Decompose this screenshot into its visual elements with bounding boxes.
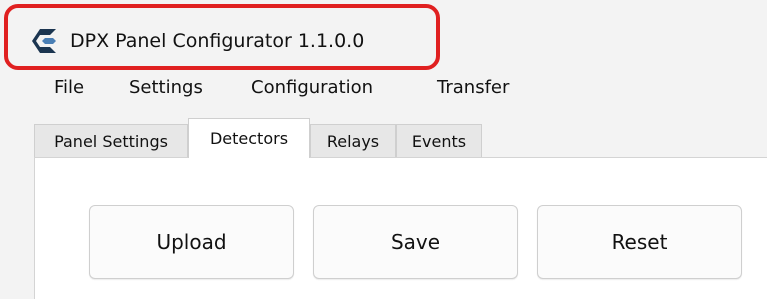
menu-configuration[interactable]: Configuration (251, 74, 373, 102)
tab-detectors[interactable]: Detectors (188, 118, 310, 158)
tab-relays[interactable]: Relays (310, 124, 396, 157)
app-window: DPX Panel Configurator 1.1.0.0 File Sett… (0, 0, 767, 299)
tab-panel-settings[interactable]: Panel Settings (34, 124, 188, 157)
menu-transfer[interactable]: Transfer (437, 74, 509, 102)
window-title: DPX Panel Configurator 1.1.0.0 (70, 30, 365, 52)
reset-button[interactable]: Reset (537, 205, 742, 279)
menu-bar: File Settings Configuration Transfer (0, 74, 767, 104)
app-logo-icon (30, 27, 60, 55)
menu-settings[interactable]: Settings (129, 74, 203, 102)
menu-file[interactable]: File (54, 74, 84, 102)
tab-events[interactable]: Events (396, 124, 482, 157)
tab-strip: Panel Settings Detectors Relays Events (0, 118, 767, 158)
title-bar: DPX Panel Configurator 1.1.0.0 (0, 0, 767, 74)
upload-button[interactable]: Upload (89, 205, 294, 279)
save-button[interactable]: Save (313, 205, 518, 279)
